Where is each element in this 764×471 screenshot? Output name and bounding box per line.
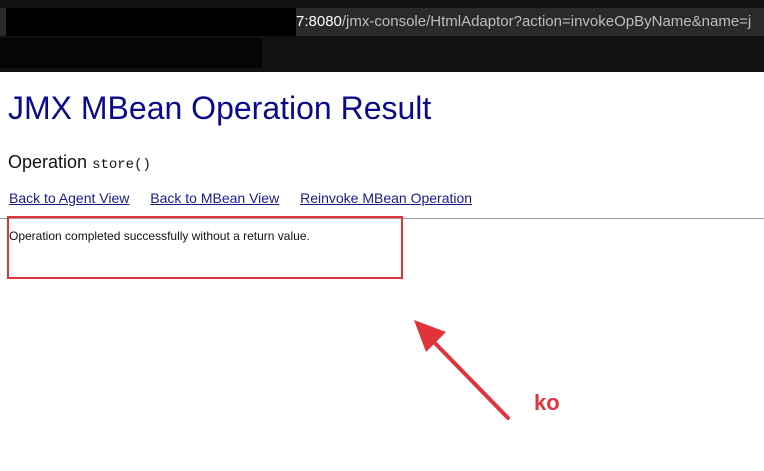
reinvoke-mbean-operation-link[interactable]: Reinvoke MBean Operation bbox=[300, 190, 472, 206]
address-host-suffix: 7:8080 bbox=[296, 13, 342, 30]
navigation-links: Back to Agent View Back to MBean View Re… bbox=[9, 190, 489, 206]
operation-heading: Operation store() bbox=[8, 152, 151, 173]
page-content: JMX MBean Operation Result Operation sto… bbox=[0, 72, 764, 471]
address-bar[interactable]: 7:8080/jmx-console/HtmlAdaptor?action=in… bbox=[0, 8, 764, 36]
browser-chrome: 7:8080/jmx-console/HtmlAdaptor?action=in… bbox=[0, 0, 764, 72]
redacted-host bbox=[6, 8, 296, 36]
operation-label: Operation bbox=[8, 152, 88, 172]
annotation-highlight-box bbox=[7, 216, 403, 279]
annotation-arrow-icon bbox=[414, 320, 510, 420]
address-path: /jmx-console/HtmlAdaptor?action=invokeOp… bbox=[341, 13, 752, 30]
operation-name: store() bbox=[92, 157, 151, 173]
redacted-tab-strip bbox=[0, 38, 262, 68]
address-url[interactable]: 7:8080/jmx-console/HtmlAdaptor?action=in… bbox=[296, 13, 751, 30]
back-to-agent-view-link[interactable]: Back to Agent View bbox=[9, 190, 129, 206]
annotation-label: ko bbox=[534, 390, 560, 415]
page-title: JMX MBean Operation Result bbox=[8, 90, 432, 126]
back-to-mbean-view-link[interactable]: Back to MBean View bbox=[150, 190, 279, 206]
